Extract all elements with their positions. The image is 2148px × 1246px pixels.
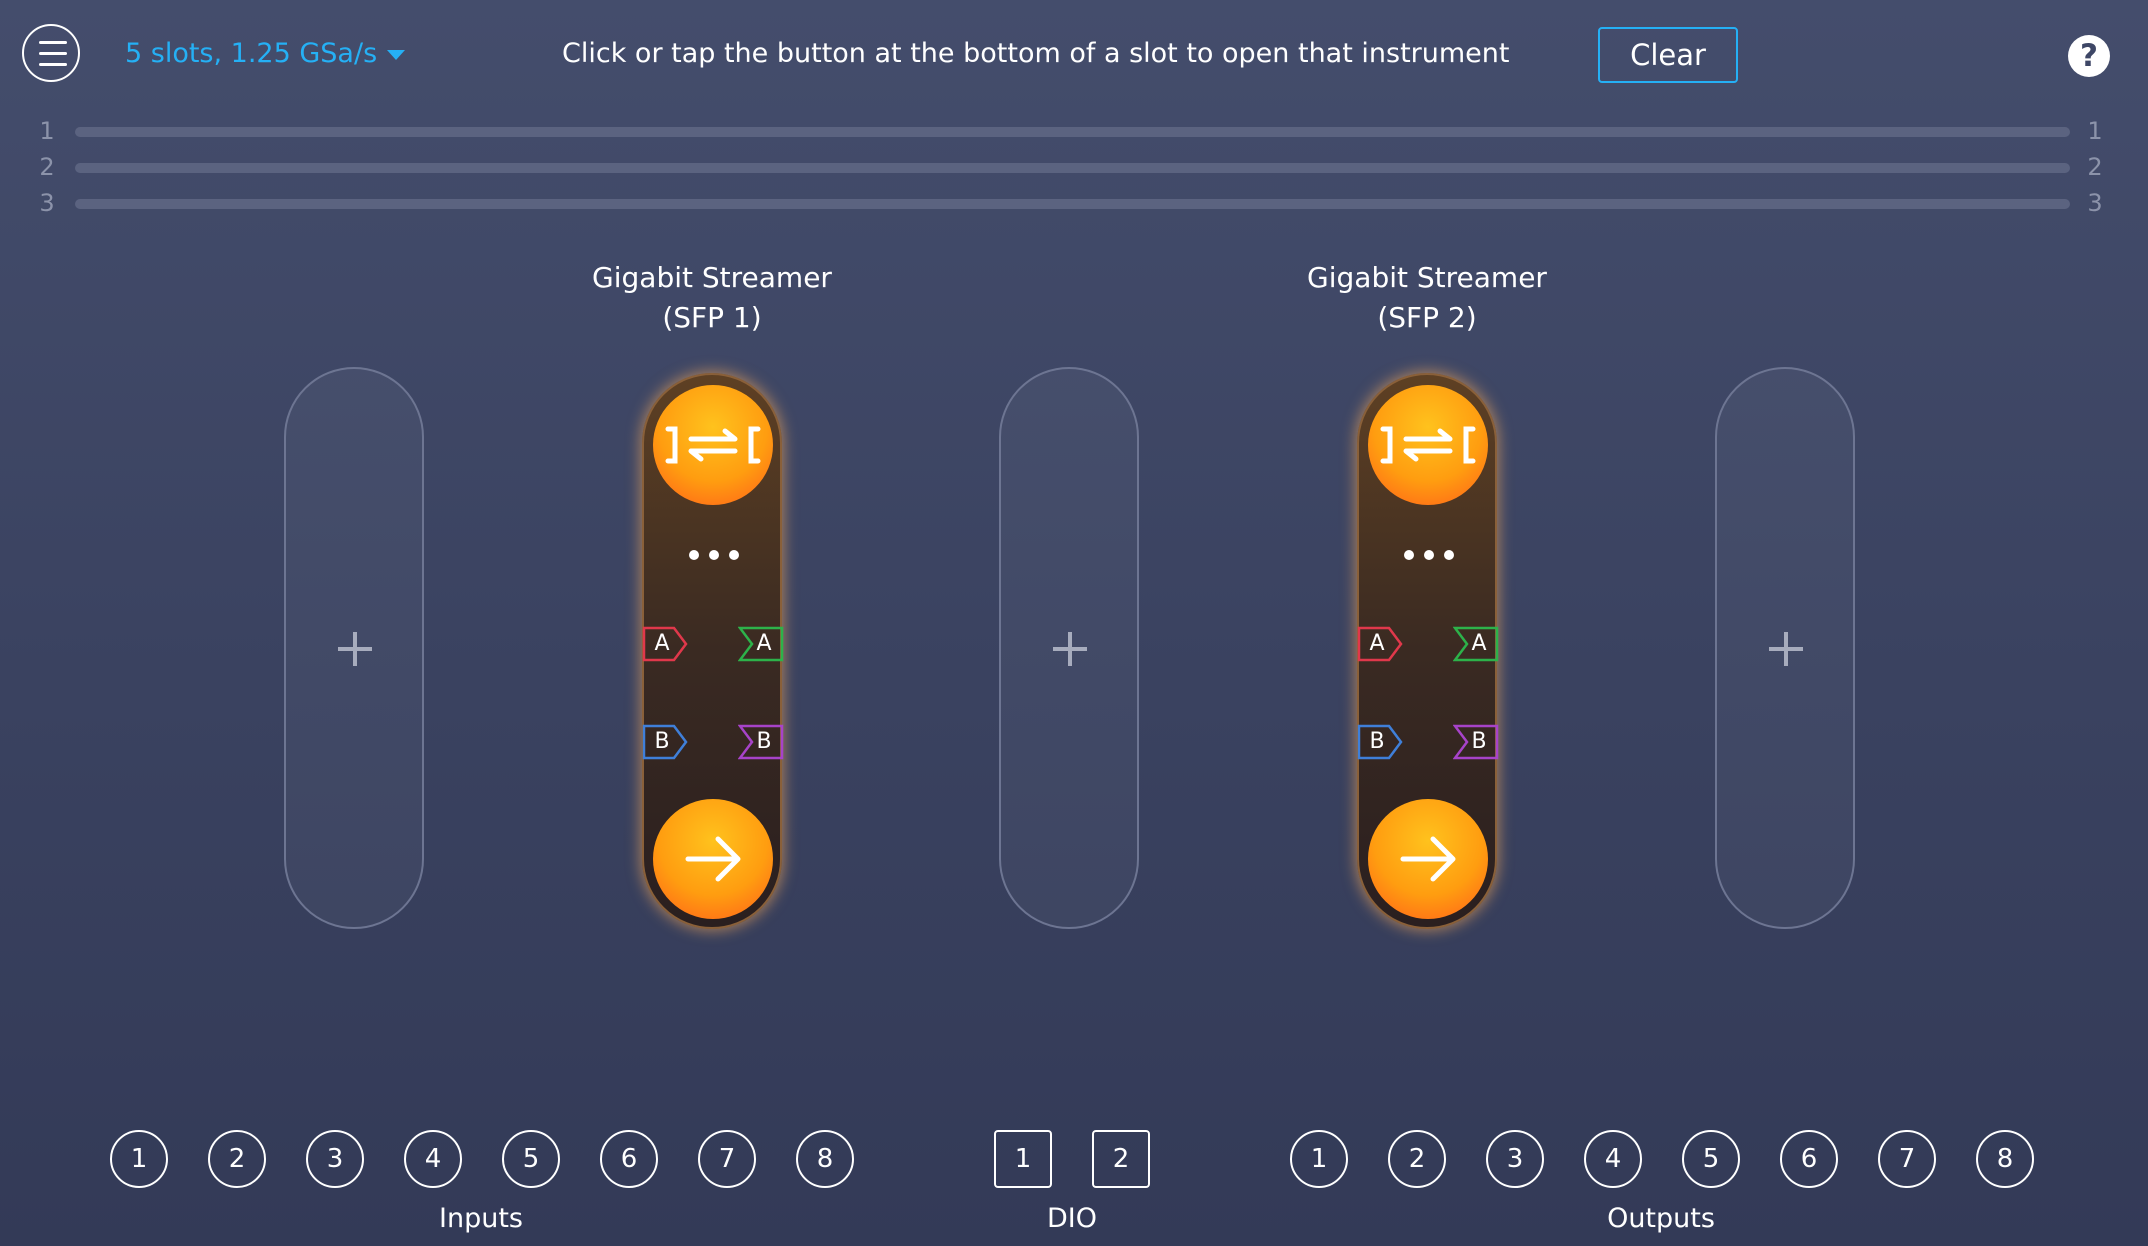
port-out-b-label: B (756, 729, 772, 754)
slot-2-title-name: Gigabit Streamer (592, 261, 832, 294)
slot-1-empty[interactable] (284, 367, 424, 929)
hamburger-icon-line (39, 52, 67, 55)
input-6[interactable]: 6 (600, 1130, 658, 1188)
output-5[interactable]: 5 (1682, 1130, 1740, 1188)
input-3[interactable]: 3 (306, 1130, 364, 1188)
port-in-b-label: B (1369, 729, 1385, 754)
port-out-b[interactable]: B (1453, 724, 1499, 760)
slot-2-title: Gigabit Streamer (SFP 1) (562, 258, 862, 338)
port-out-a-label: A (1471, 631, 1487, 656)
slot-2-instrument: A A B B (642, 373, 784, 929)
channel-bar-3 (75, 199, 2070, 209)
dio-label: DIO (1046, 1203, 1097, 1234)
port-in-a-label: A (1369, 631, 1385, 656)
output-3[interactable]: 3 (1486, 1130, 1544, 1188)
output-8[interactable]: 8 (1976, 1130, 2034, 1188)
dio-1[interactable]: 1 (994, 1130, 1052, 1188)
port-in-a[interactable]: A (1357, 626, 1403, 662)
port-in-a[interactable]: A (642, 626, 688, 662)
output-2[interactable]: 2 (1388, 1130, 1446, 1188)
plus-icon-stroke (1068, 632, 1072, 666)
hamburger-icon-line (39, 63, 67, 66)
slot-3-empty[interactable] (999, 367, 1139, 929)
input-1[interactable]: 1 (110, 1130, 168, 1188)
slot-4-instrument: A A B B (1357, 373, 1499, 929)
input-7[interactable]: 7 (698, 1130, 756, 1188)
instruction-text: Click or tap the button at the bottom of… (562, 38, 1510, 69)
channel-number-right-2: 2 (2087, 153, 2103, 181)
port-out-a[interactable]: A (1453, 626, 1499, 662)
output-6[interactable]: 6 (1780, 1130, 1838, 1188)
slot-4-title-sub: (SFP 2) (1377, 301, 1477, 334)
streamer-icon[interactable] (653, 385, 773, 505)
arrow-right-icon (685, 836, 741, 882)
chevron-down-icon (387, 49, 406, 60)
outputs-label: Outputs (1607, 1203, 1715, 1234)
open-instrument-button[interactable] (1368, 799, 1488, 919)
dio-2[interactable]: 2 (1092, 1130, 1150, 1188)
port-out-a[interactable]: A (738, 626, 784, 662)
channel-bar-1 (75, 127, 2070, 137)
port-in-b[interactable]: B (642, 724, 688, 760)
clear-button[interactable]: Clear (1598, 27, 1738, 83)
plus-icon-stroke (1784, 632, 1788, 666)
channel-number-right-3: 3 (2087, 189, 2103, 217)
channel-number-left-1: 1 (39, 117, 55, 145)
port-in-b-label: B (654, 729, 670, 754)
arrow-right-icon (1400, 836, 1456, 882)
more-options-icon[interactable] (689, 550, 739, 560)
slot-4-title-name: Gigabit Streamer (1307, 261, 1547, 294)
channel-number-right-1: 1 (2087, 117, 2103, 145)
menu-button[interactable] (22, 24, 80, 82)
channel-bar-2 (75, 163, 2070, 173)
input-4[interactable]: 4 (404, 1130, 462, 1188)
slot-4-title: Gigabit Streamer (SFP 2) (1277, 258, 1577, 338)
port-out-b[interactable]: B (738, 724, 784, 760)
input-5[interactable]: 5 (502, 1130, 560, 1188)
slot-2-title-sub: (SFP 1) (662, 301, 762, 334)
open-instrument-button[interactable] (653, 799, 773, 919)
plus-icon-stroke (353, 632, 357, 666)
channel-number-left-2: 2 (39, 153, 55, 181)
port-in-b[interactable]: B (1357, 724, 1403, 760)
channel-number-left-3: 3 (39, 189, 55, 217)
input-2[interactable]: 2 (208, 1130, 266, 1188)
output-1[interactable]: 1 (1290, 1130, 1348, 1188)
slot-config-label: 5 slots, 1.25 GSa/s (125, 38, 378, 69)
port-in-a-label: A (654, 631, 670, 656)
streamer-icon[interactable] (1368, 385, 1488, 505)
slot-config-dropdown[interactable]: 5 slots, 1.25 GSa/s (125, 38, 406, 69)
port-out-a-label: A (756, 631, 772, 656)
port-out-b-label: B (1471, 729, 1487, 754)
help-icon[interactable]: ? (2068, 35, 2110, 77)
hamburger-icon (39, 41, 67, 44)
slot-5-empty[interactable] (1715, 367, 1855, 929)
inputs-label: Inputs (439, 1203, 523, 1234)
input-8[interactable]: 8 (796, 1130, 854, 1188)
output-7[interactable]: 7 (1878, 1130, 1936, 1188)
more-options-icon[interactable] (1404, 550, 1454, 560)
output-4[interactable]: 4 (1584, 1130, 1642, 1188)
